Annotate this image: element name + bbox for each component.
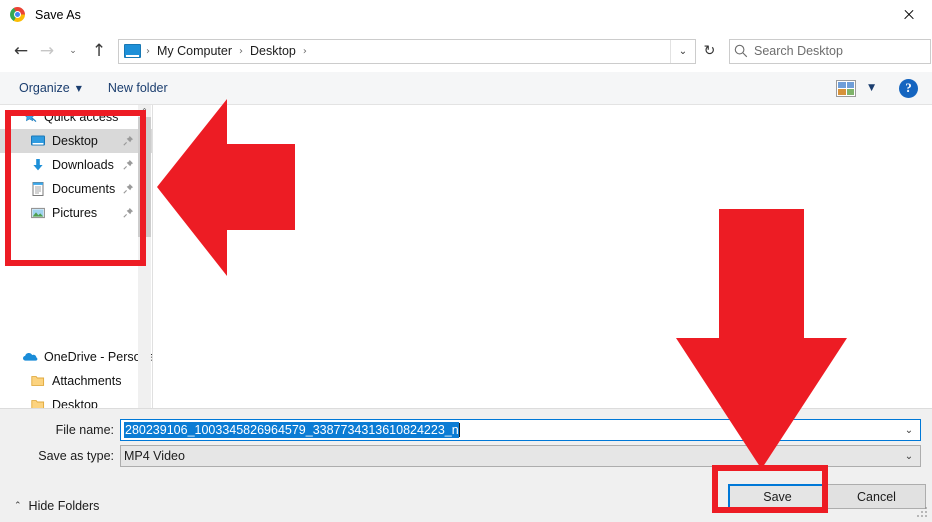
- content-area: Quick access Desktop Downloads Documents…: [0, 105, 932, 408]
- new-folder-label: New folder: [107, 81, 168, 95]
- command-toolbar: Organize ▼ New folder ▼ ?: [0, 72, 932, 105]
- refresh-button[interactable]: ↻: [696, 39, 723, 64]
- file-name-value: 280239106_1003345826964579_3387734313610…: [124, 422, 459, 438]
- sidebar-item-label: Desktop: [52, 134, 98, 148]
- sidebar-item-onedrive-desktop[interactable]: Desktop: [0, 393, 152, 408]
- sidebar-item-label: Quick access: [44, 110, 119, 124]
- breadcrumb-separator: ›: [146, 45, 150, 57]
- close-icon: [903, 9, 915, 21]
- back-button[interactable]: ←: [8, 36, 34, 66]
- sidebar-item-label: Downloads: [52, 158, 114, 172]
- folder-icon: [30, 373, 46, 389]
- sidebar-item-label: Pictures: [52, 206, 98, 220]
- sidebar-scrollbar[interactable]: ⌃ ⌄: [138, 105, 151, 408]
- search-box[interactable]: Search Desktop: [729, 38, 931, 64]
- sidebar-item-downloads[interactable]: Downloads: [0, 153, 152, 177]
- search-input[interactable]: Search Desktop: [754, 44, 843, 58]
- change-view-icon[interactable]: [836, 79, 857, 97]
- cancel-button[interactable]: Cancel: [827, 484, 926, 509]
- close-button[interactable]: [886, 0, 932, 30]
- sidebar-item-attachments[interactable]: Attachments: [0, 369, 152, 393]
- documents-icon: [30, 181, 46, 197]
- downloads-icon: [30, 157, 46, 173]
- view-chevron-down-icon[interactable]: ▼: [868, 83, 875, 93]
- resize-grip[interactable]: [917, 507, 929, 519]
- file-name-label: File name:: [55, 423, 114, 437]
- save-as-type-label: Save as type:: [38, 449, 114, 463]
- up-button[interactable]: ↑: [86, 36, 112, 66]
- pin-icon[interactable]: [123, 135, 134, 146]
- file-name-dropdown-icon[interactable]: ⌄: [898, 420, 920, 440]
- navigation-pane: Quick access Desktop Downloads Documents…: [0, 105, 153, 408]
- desktop-icon: [30, 133, 46, 149]
- computer-icon: [124, 44, 141, 58]
- file-name-row: File name: 280239106_1003345826964579_33…: [0, 419, 921, 441]
- breadcrumb-item-my-computer[interactable]: My Computer: [155, 44, 234, 58]
- chevron-down-icon: ⌄: [69, 46, 77, 56]
- hide-folders-button[interactable]: ⌃ Hide Folders: [14, 499, 99, 513]
- save-as-type-row: Save as type: MP4 Video ⌄: [0, 445, 921, 467]
- pin-icon[interactable]: [123, 159, 134, 170]
- search-icon: [730, 44, 752, 58]
- recent-locations-button[interactable]: ⌄: [60, 36, 86, 66]
- star-pin-icon: [22, 109, 38, 125]
- up-arrow-icon: ↑: [91, 40, 107, 61]
- address-dropdown-button[interactable]: ⌄: [670, 39, 695, 63]
- sidebar-item-label: Documents: [52, 182, 116, 196]
- scrollbar-thumb[interactable]: [138, 117, 151, 237]
- title-bar: Save As: [0, 0, 932, 30]
- toolbar-right-group: ▼ ?: [836, 78, 932, 98]
- help-button[interactable]: ?: [899, 78, 918, 98]
- window-title: Save As: [35, 8, 81, 22]
- sidebar-item-label: Desktop: [52, 398, 98, 408]
- text-caret: [458, 423, 460, 437]
- breadcrumb-item-desktop[interactable]: Desktop: [248, 44, 298, 58]
- sidebar-item-pictures[interactable]: Pictures: [0, 201, 152, 225]
- address-bar[interactable]: › My Computer › Desktop › ⌄: [118, 38, 696, 64]
- sidebar-item-documents[interactable]: Documents: [0, 177, 152, 201]
- pin-icon[interactable]: [123, 207, 134, 218]
- breadcrumb-separator: ›: [239, 45, 244, 57]
- organize-label: Organize: [19, 81, 70, 95]
- folder-icon: [30, 397, 46, 408]
- file-list-pane[interactable]: [153, 105, 932, 408]
- save-panel: File name: 280239106_1003345826964579_33…: [0, 408, 932, 522]
- forward-button[interactable]: →: [34, 36, 60, 66]
- file-name-input[interactable]: 280239106_1003345826964579_3387734313610…: [120, 419, 921, 441]
- sidebar-item-desktop[interactable]: Desktop: [0, 129, 152, 153]
- new-folder-button[interactable]: New folder: [101, 77, 175, 99]
- pictures-icon: [30, 205, 46, 221]
- organize-button[interactable]: Organize ▼: [12, 77, 89, 99]
- chevron-down-icon: ▼: [75, 83, 82, 93]
- pin-icon[interactable]: [123, 183, 134, 194]
- save-button[interactable]: Save: [728, 484, 827, 509]
- hide-folders-label: Hide Folders: [28, 499, 100, 513]
- sidebar-item-quick-access[interactable]: Quick access: [0, 105, 152, 129]
- save-as-type-dropdown-icon[interactable]: ⌄: [898, 446, 920, 466]
- chrome-icon: [10, 7, 26, 23]
- sidebar-item-label: Attachments: [52, 374, 122, 388]
- save-as-type-value: MP4 Video: [124, 449, 185, 463]
- sidebar-item-label: OneDrive - Personal: [44, 350, 153, 364]
- chevron-up-icon: ⌃: [14, 501, 22, 511]
- forward-arrow-icon: →: [39, 40, 55, 61]
- sidebar-item-onedrive[interactable]: OneDrive - Personal: [0, 345, 152, 369]
- onedrive-icon: [22, 349, 38, 365]
- breadcrumb-separator: ›: [302, 45, 307, 57]
- save-as-type-select[interactable]: MP4 Video ⌄: [120, 445, 921, 467]
- back-arrow-icon: ←: [13, 40, 29, 61]
- navigation-bar: ← → ⌄ ↑ › My Computer › Desktop › ⌄ ↻ Se…: [0, 30, 932, 72]
